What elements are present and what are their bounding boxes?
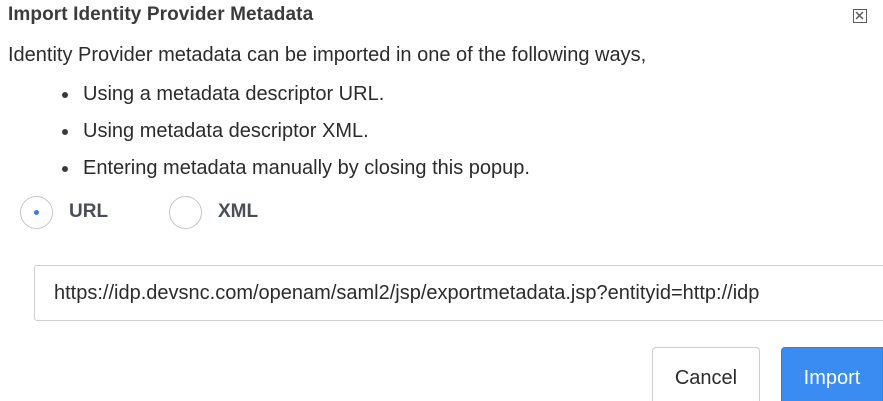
radio-xml-circle[interactable] [169, 195, 202, 229]
cancel-button[interactable]: Cancel [652, 347, 760, 401]
dialog-title: Import Identity Provider Metadata [8, 4, 314, 25]
radio-url[interactable]: URL [20, 194, 108, 230]
import-idp-metadata-dialog: Import Identity Provider Metadata Identi… [0, 0, 883, 401]
intro-text: Identity Provider metadata can be import… [8, 44, 647, 66]
radio-xml-label[interactable]: XML [218, 201, 258, 223]
bullet-icon [62, 92, 68, 98]
list-item-text: Entering metadata manually by closing th… [83, 157, 530, 179]
import-ways-list: Using a metadata descriptor URL. Using m… [58, 80, 530, 191]
bullet-icon [62, 166, 68, 172]
close-icon[interactable] [853, 9, 867, 23]
list-item-text: Using a metadata descriptor URL. [83, 83, 385, 105]
list-item-text: Using metadata descriptor XML. [83, 120, 369, 142]
radio-xml[interactable]: XML [169, 194, 258, 230]
list-item: Using metadata descriptor XML. [58, 117, 530, 154]
metadata-url-input[interactable] [34, 265, 883, 321]
radio-url-label[interactable]: URL [69, 201, 108, 223]
import-button[interactable]: Import [781, 347, 883, 401]
bullet-icon [62, 129, 68, 135]
list-item: Entering metadata manually by closing th… [58, 154, 530, 191]
list-item: Using a metadata descriptor URL. [58, 80, 530, 117]
radio-url-circle[interactable] [20, 195, 53, 229]
